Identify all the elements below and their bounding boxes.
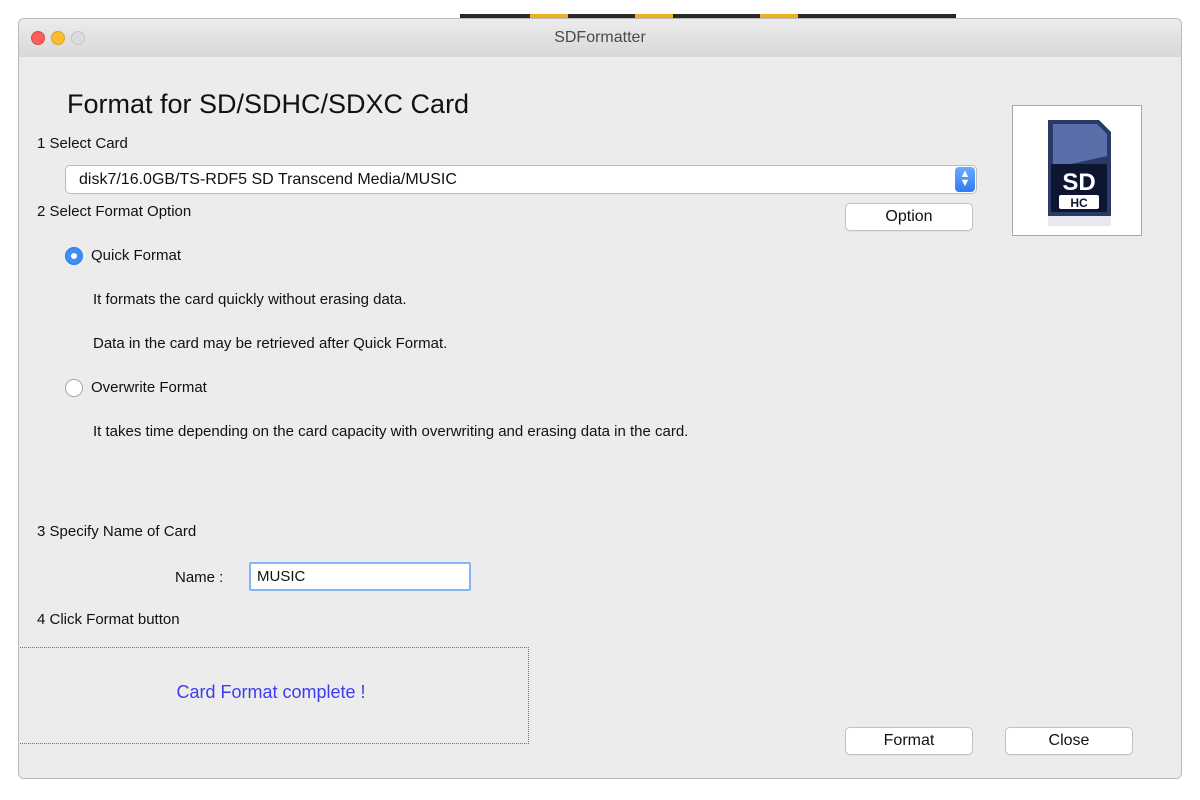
option-button[interactable]: Option xyxy=(845,203,973,231)
page-title: Format for SD/SDHC/SDXC Card xyxy=(67,89,470,119)
card-name-input[interactable] xyxy=(249,562,471,591)
sdformatter-window: SDFormatter Format for SD/SDHC/SDXC Card… xyxy=(18,18,1182,779)
step-1-label: 1 Select Card xyxy=(37,135,128,152)
card-select[interactable]: disk7/16.0GB/TS-RDF5 SD Transcend Media/… xyxy=(65,165,977,194)
step-2-label: 2 Select Format Option xyxy=(37,203,192,220)
format-button[interactable]: Format xyxy=(845,727,973,755)
card-select-value: disk7/16.0GB/TS-RDF5 SD Transcend Media/… xyxy=(79,171,457,188)
svg-text:SD: SD xyxy=(1062,169,1095,196)
title-bar[interactable]: SDFormatter xyxy=(19,19,1181,58)
popup-arrows-icon[interactable]: ▲ ▼ xyxy=(955,167,975,192)
name-label: Name : xyxy=(175,569,224,586)
close-button[interactable]: Close xyxy=(1005,727,1133,755)
quick-format-desc-2: Data in the card may be retrieved after … xyxy=(93,335,448,352)
svg-text:HC: HC xyxy=(1070,196,1088,210)
overwrite-format-radio[interactable] xyxy=(65,379,83,397)
quick-format-radio[interactable] xyxy=(65,247,83,265)
step-4-label: 4 Click Format button xyxy=(37,611,180,628)
status-message: Card Format complete ! xyxy=(176,682,366,702)
overwrite-format-label[interactable]: Overwrite Format xyxy=(91,379,207,396)
quick-format-label[interactable]: Quick Format xyxy=(91,247,181,264)
quick-format-desc-1: It formats the card quickly without eras… xyxy=(93,291,407,308)
sd-card-icon: SD HC xyxy=(1048,120,1111,226)
window-title: SDFormatter xyxy=(554,29,646,46)
overwrite-format-desc: It takes time depending on the card capa… xyxy=(93,423,689,440)
status-area: Card Format complete ! xyxy=(19,647,529,744)
sd-card-image-frame: SD HC xyxy=(1012,105,1142,236)
step-3-label: 3 Specify Name of Card xyxy=(37,523,197,540)
main-content: Format for SD/SDHC/SDXC Card SD HC 1 Sel… xyxy=(19,57,1181,778)
